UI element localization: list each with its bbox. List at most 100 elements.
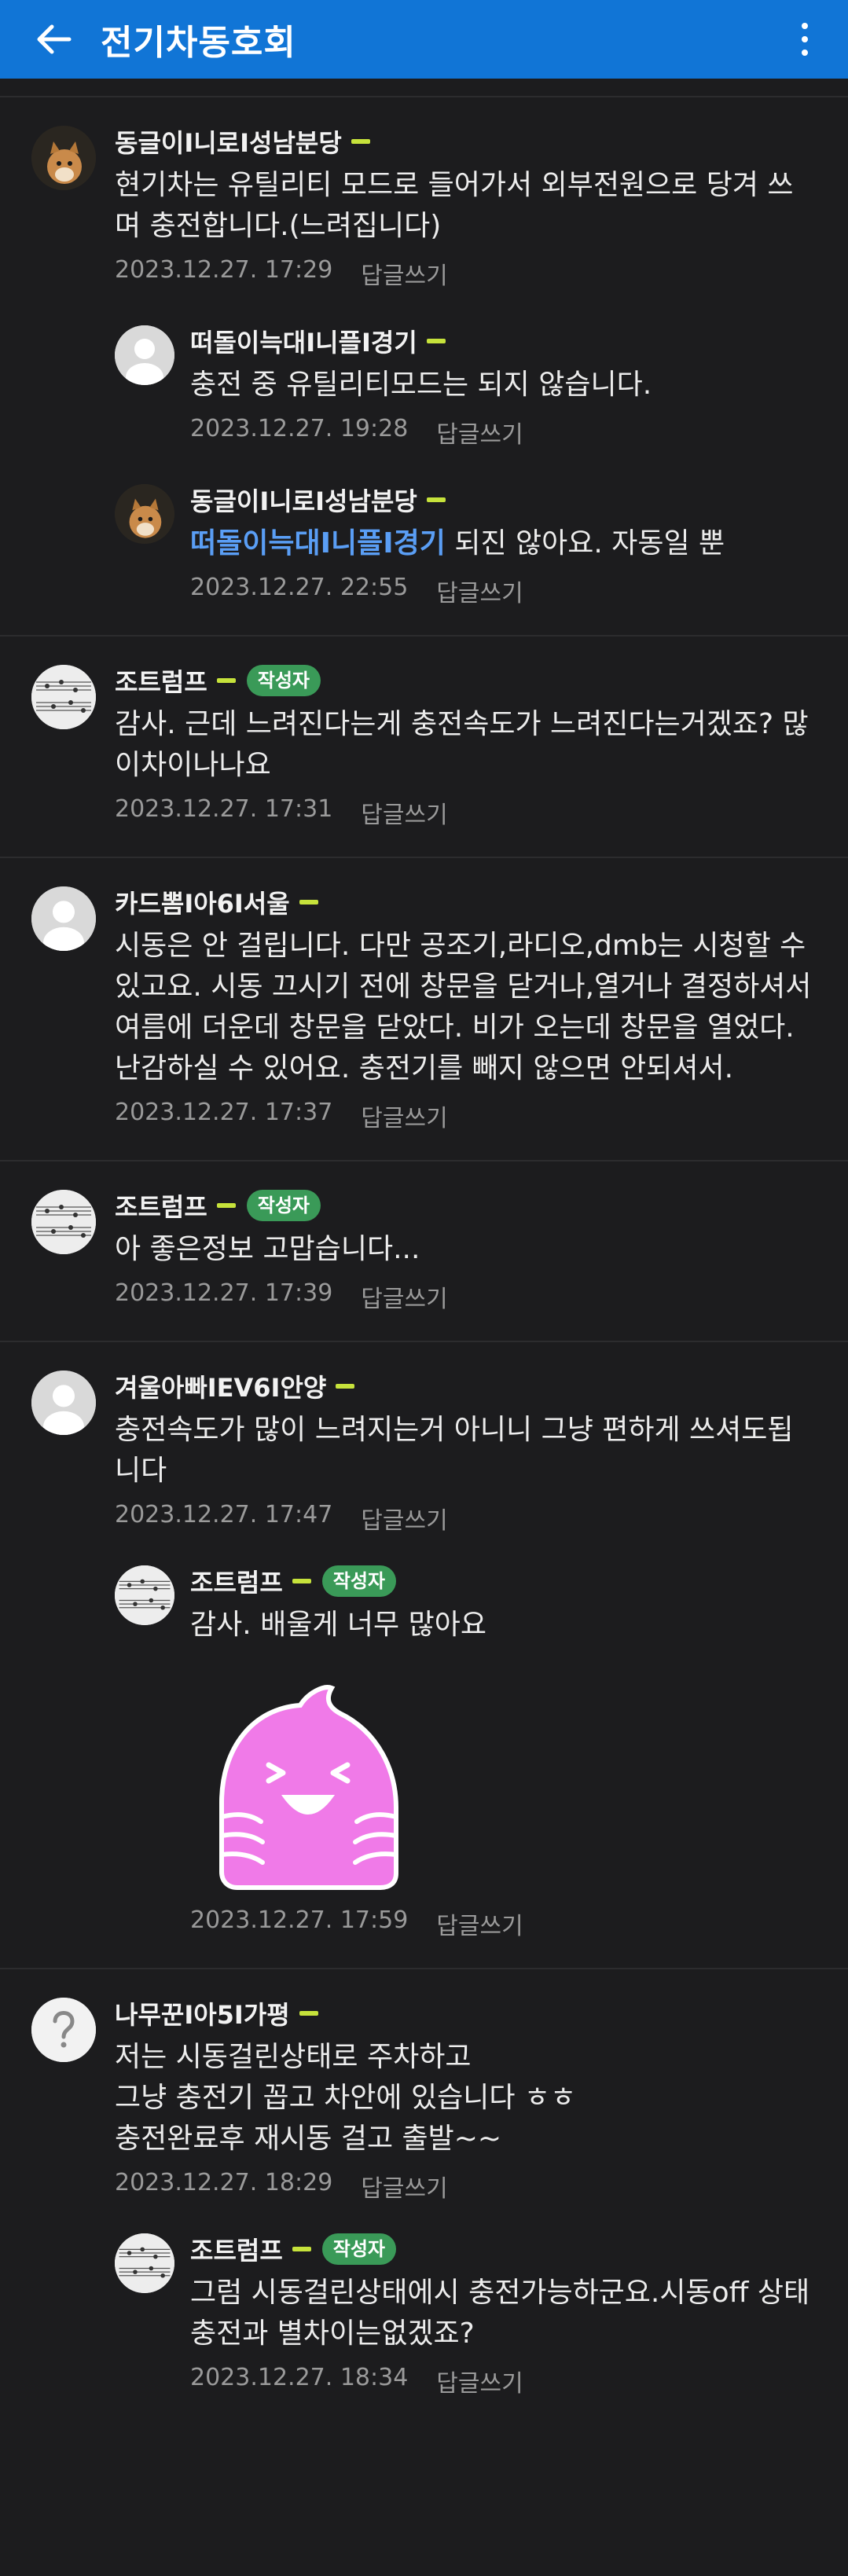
member-level-indicator <box>426 497 446 502</box>
comment-text: 감사. 근데 느려진다는게 충전속도가 느려진다는거겠죠? 많이차이나나요 <box>115 708 809 781</box>
comment-thread: 동글이I니로I성남분당 현기차는 유틸리티 모드로 들어가서 외부전원으로 당겨… <box>0 97 848 637</box>
comment-time: 2023.12.27. 17:59 <box>190 1906 409 1934</box>
avatar[interactable] <box>31 1371 96 1435</box>
reply-comment: 동글이I니로I성남분당 떠돌이늑대I니플I경기 되진 않아요. 자동일 뿐 20… <box>0 484 848 608</box>
reply-comment: 조트럼프 작성자 그럼 시동걸린상태에시 충전가능하군요.시동off 상태충전과… <box>0 2233 848 2398</box>
nickname[interactable]: 조트럼프 <box>190 1563 283 1599</box>
reply-button[interactable]: 답글쓰기 <box>361 795 447 830</box>
nickname[interactable]: 조트럼프 <box>190 2231 283 2267</box>
reply-comment: 조트럼프 작성자 감사. 배울게 너무 많아요 2023.12.27. 17:5… <box>0 1565 848 1941</box>
member-level-indicator <box>351 139 370 144</box>
comment-text: 감사. 배울게 너무 많아요 <box>190 1609 486 1641</box>
comment-text: 시동은 안 걸립니다. 다만 공조기,라디오,dmb는 시청할 수 있고요. 시… <box>115 930 820 1084</box>
comment: 조트럼프 작성자 감사. 근데 느려진다는게 충전속도가 느려진다는거겠죠? 많… <box>0 665 848 830</box>
reply-button[interactable]: 답글쓰기 <box>436 2364 523 2398</box>
avatar[interactable] <box>115 484 174 544</box>
pink-blob-laughing-sticker <box>219 1685 398 1890</box>
more-options-button[interactable] <box>793 16 817 63</box>
reply-button[interactable]: 답글쓰기 <box>436 574 523 608</box>
avatar[interactable] <box>31 126 96 190</box>
nickname[interactable]: 조트럼프 <box>115 1187 207 1224</box>
comment-time: 2023.12.27. 17:47 <box>115 1501 333 1528</box>
comment-text: 충전 중 유틸리티모드는 되지 않습니다. <box>190 369 652 401</box>
question-mark-avatar-icon <box>31 1998 96 2062</box>
comment-text: 현기차는 유틸리티 모드로 들어가서 외부전원으로 당겨 쓰며 충전합니다.(느… <box>115 169 794 242</box>
reply-button[interactable]: 답글쓰기 <box>436 415 523 450</box>
default-user-icon <box>115 325 174 385</box>
nickname[interactable]: 떠돌이늑대I니플I경기 <box>190 323 417 359</box>
comment: 조트럼프 작성자 아 좋은정보 고맙습니다... 2023.12.27. 17:… <box>0 1190 848 1314</box>
sheet-music-avatar-icon <box>115 2233 174 2293</box>
default-user-icon <box>31 1371 96 1435</box>
more-vertical-icon <box>802 23 808 29</box>
comment-thread: 겨울아빠IEV6I안양 충전속도가 많이 느려지는거 아니니 그냥 편하게 쓰셔… <box>0 1342 848 1969</box>
avatar[interactable] <box>31 886 96 951</box>
reply-button[interactable]: 답글쓰기 <box>436 1906 523 1941</box>
nickname[interactable]: 나무꾼I아5I가평 <box>115 1995 290 2031</box>
nickname[interactable]: 겨울아빠IEV6I안양 <box>115 1368 326 1404</box>
comment-thread: 카드뽐I아6I서울 시동은 안 걸립니다. 다만 공조기,라디오,dmb는 시청… <box>0 858 848 1161</box>
arrow-left-icon <box>37 24 72 54</box>
author-badge: 작성자 <box>321 1565 397 1597</box>
comment: 동글이I니로I성남분당 현기차는 유틸리티 모드로 들어가서 외부전원으로 당겨… <box>0 126 848 291</box>
mention-link[interactable]: 떠돌이늑대I니플I경기 <box>190 527 446 560</box>
comment-text: 떠돌이늑대I니플I경기 되진 않아요. 자동일 뿐 <box>190 523 817 564</box>
comment-time: 2023.12.27. 17:39 <box>115 1279 333 1307</box>
avatar[interactable] <box>115 1565 174 1625</box>
back-button[interactable] <box>30 16 77 63</box>
comment-thread: 조트럼프 작성자 감사. 근데 느려진다는게 충전속도가 느려진다는거겠죠? 많… <box>0 637 848 858</box>
comment-time: 2023.12.27. 19:28 <box>190 415 409 442</box>
comment-time: 2023.12.27. 18:29 <box>115 2169 333 2196</box>
avatar[interactable] <box>115 325 174 385</box>
page-title: 전기차동호회 <box>101 23 296 63</box>
comment-time: 2023.12.27. 18:34 <box>190 2364 409 2391</box>
comment-text: 충전속도가 많이 느려지는거 아니니 그냥 편하게 쓰셔도됩니다 <box>115 1414 794 1487</box>
reply-button[interactable]: 답글쓰기 <box>361 1099 447 1133</box>
comment-time: 2023.12.27. 17:37 <box>115 1099 333 1126</box>
member-level-indicator <box>336 1384 355 1389</box>
author-badge: 작성자 <box>246 1190 321 1221</box>
comment-text-body: 되진 않아요. 자동일 뿐 <box>445 527 725 560</box>
member-level-indicator <box>426 339 446 343</box>
author-badge: 작성자 <box>321 2233 397 2265</box>
dog-avatar-icon <box>115 484 174 544</box>
app-bar: 전기차동호회 <box>0 0 848 79</box>
sheet-music-avatar-icon <box>31 665 96 729</box>
comment-text: 그럼 시동걸린상태에시 충전가능하군요.시동off 상태충전과 별차이는없겠죠? <box>190 2277 810 2350</box>
nickname[interactable]: 카드뽐I아6I서울 <box>115 884 290 920</box>
author-badge: 작성자 <box>246 665 321 696</box>
comment-time: 2023.12.27. 17:29 <box>115 256 333 284</box>
nickname[interactable]: 동글이I니로I성남분당 <box>115 123 342 160</box>
reply-button[interactable]: 답글쓰기 <box>361 1279 447 1314</box>
nickname[interactable]: 조트럼프 <box>115 662 207 699</box>
avatar[interactable] <box>31 1998 96 2062</box>
comment-list: 동글이I니로I성남분당 현기차는 유틸리티 모드로 들어가서 외부전원으로 당겨… <box>0 96 848 2425</box>
dog-avatar-icon <box>31 126 96 190</box>
sheet-music-avatar-icon <box>31 1190 96 1254</box>
avatar[interactable] <box>31 1190 96 1254</box>
comment-thread: 나무꾼I아5I가평 저는 시동걸린상태로 주차하고 그냥 충전기 꼽고 차안에 … <box>0 1969 848 2425</box>
comment: 나무꾼I아5I가평 저는 시동걸린상태로 주차하고 그냥 충전기 꼽고 차안에 … <box>0 1998 848 2204</box>
member-level-indicator <box>292 1579 311 1583</box>
avatar[interactable] <box>31 665 96 729</box>
comment: 겨울아빠IEV6I안양 충전속도가 많이 느려지는거 아니니 그냥 편하게 쓰셔… <box>0 1371 848 1536</box>
comment-time: 2023.12.27. 17:31 <box>115 795 333 823</box>
default-user-icon <box>31 886 96 951</box>
comment-text: 아 좋은정보 고맙습니다... <box>115 1233 420 1265</box>
comment-time: 2023.12.27. 22:55 <box>190 574 409 601</box>
member-level-indicator <box>299 900 318 905</box>
sticker-image <box>190 1677 426 1897</box>
sheet-music-avatar-icon <box>115 1565 174 1625</box>
member-level-indicator <box>292 2247 311 2251</box>
reply-comment: 떠돌이늑대I니플I경기 충전 중 유틸리티모드는 되지 않습니다. 2023.1… <box>0 325 848 450</box>
member-level-indicator <box>299 2011 318 2016</box>
comment-text: 저는 시동걸린상태로 주차하고 그냥 충전기 꼽고 차안에 있습니다 ㅎㅎ 충전… <box>115 2041 577 2155</box>
member-level-indicator <box>216 678 236 683</box>
member-level-indicator <box>216 1203 236 1208</box>
comment-thread: 조트럼프 작성자 아 좋은정보 고맙습니다... 2023.12.27. 17:… <box>0 1161 848 1342</box>
reply-button[interactable]: 답글쓰기 <box>361 256 447 291</box>
reply-button[interactable]: 답글쓰기 <box>361 1501 447 1536</box>
avatar[interactable] <box>115 2233 174 2293</box>
reply-button[interactable]: 답글쓰기 <box>361 2169 447 2204</box>
nickname[interactable]: 동글이I니로I성남분당 <box>190 482 417 518</box>
